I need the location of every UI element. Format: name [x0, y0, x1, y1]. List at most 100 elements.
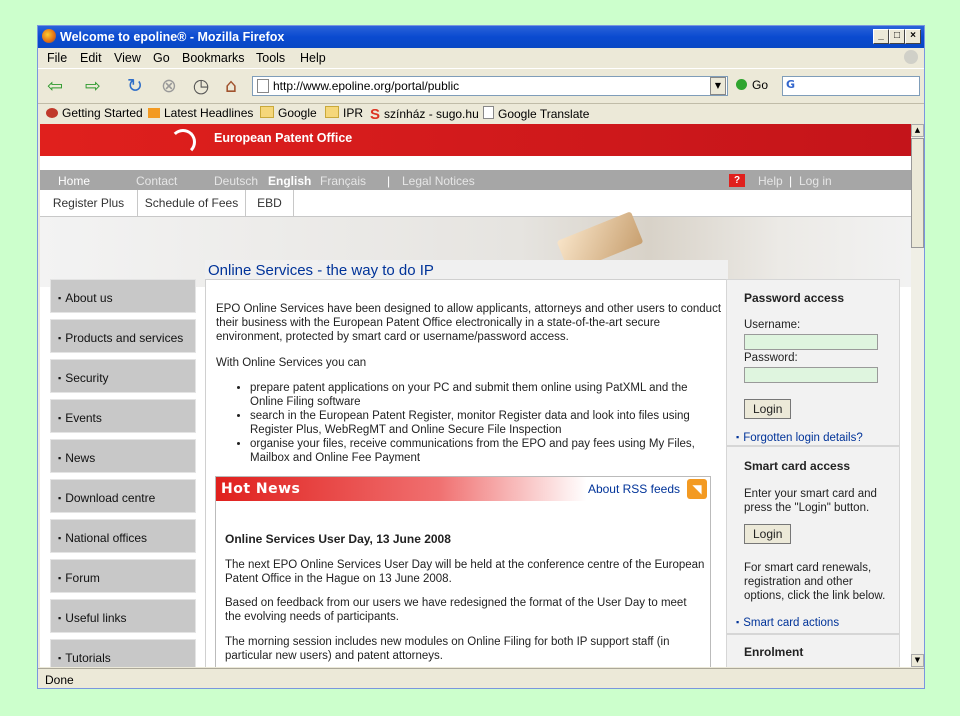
- navigation-toolbar: ⇦ ⇨ ↻ ⊗ ◷ ⌂ http://www.epoline.org/porta…: [38, 68, 924, 104]
- tab-register-plus[interactable]: Register Plus: [40, 190, 138, 216]
- list-item: prepare patent applications on your PC a…: [250, 381, 720, 409]
- enrolment-heading: Enrolment: [744, 645, 804, 659]
- intro-text: EPO Online Services have been designed t…: [216, 303, 722, 343]
- services-list: prepare patent applications on your PC a…: [234, 381, 720, 465]
- password-access-box: Password access Username: Password: Logi…: [726, 279, 900, 446]
- nav-contact[interactable]: Contact: [136, 174, 177, 188]
- nav-deutsch[interactable]: Deutsch: [214, 174, 258, 188]
- password-access-heading: Password access: [744, 291, 845, 305]
- bookmark-google[interactable]: Google: [260, 106, 317, 120]
- vertical-scrollbar[interactable]: ▲ ▼: [911, 124, 924, 667]
- rss-icon[interactable]: ◥: [687, 479, 707, 499]
- close-button[interactable]: ×: [905, 29, 921, 44]
- nav-home[interactable]: Home: [58, 174, 90, 188]
- page-content: European Patent Office Home Contact Deut…: [40, 124, 911, 667]
- scroll-down-icon[interactable]: ▼: [911, 654, 924, 667]
- scroll-up-icon[interactable]: ▲: [911, 124, 924, 137]
- smart-card-access-box: Smart card access Enter your smart card …: [726, 446, 900, 634]
- password-field[interactable]: [744, 367, 878, 383]
- menu-view[interactable]: View: [114, 51, 141, 65]
- leftnav-about-us[interactable]: About us: [50, 279, 196, 313]
- url-text: http://www.epoline.org/portal/public: [273, 79, 460, 93]
- bookmark-szinhaz[interactable]: Sszínház - sugo.hu: [370, 106, 479, 123]
- banner-spacer: [40, 156, 911, 170]
- leftnav-useful-links[interactable]: Useful links: [50, 599, 196, 633]
- smart-card-renewal-text: For smart card renewals, registration an…: [744, 562, 886, 602]
- menu-bookmarks[interactable]: Bookmarks: [182, 51, 245, 65]
- leftnav-label: About us: [58, 291, 112, 305]
- bookmark-ipr[interactable]: IPR: [325, 106, 363, 120]
- bookmarks-toolbar: Getting Started Latest Headlines Google …: [38, 103, 924, 123]
- hot-news-panel: Hot News About RSS feeds ◥ Online Servic…: [215, 476, 711, 667]
- maximize-button[interactable]: □: [889, 29, 905, 44]
- username-label: Username:: [744, 319, 801, 331]
- smart-card-heading: Smart card access: [744, 459, 851, 473]
- nav-legal-notices[interactable]: Legal Notices: [402, 174, 475, 188]
- leftnav-forum[interactable]: Forum: [50, 559, 196, 593]
- bookmark-label: Getting Started: [62, 106, 143, 120]
- bookmark-getting-started[interactable]: Getting Started: [46, 106, 143, 120]
- url-dropdown-icon[interactable]: ▼: [710, 77, 726, 95]
- bookmark-label: Latest Headlines: [164, 106, 254, 120]
- leftnav-products-and-services[interactable]: Products and services: [50, 319, 196, 353]
- menu-file[interactable]: File: [47, 51, 67, 65]
- minimize-button[interactable]: _: [873, 29, 889, 44]
- menu-go[interactable]: Go: [153, 51, 170, 65]
- nav-english[interactable]: English: [268, 174, 311, 188]
- reload-icon[interactable]: ↻: [124, 75, 146, 97]
- nav-francais[interactable]: Français: [320, 174, 366, 188]
- bookmark-label: Google: [278, 106, 317, 120]
- stop-icon[interactable]: ⊗: [158, 75, 180, 97]
- hot-news-header: Hot News About RSS feeds ◥: [216, 477, 710, 501]
- scroll-thumb[interactable]: [911, 138, 924, 248]
- leftnav-national-offices[interactable]: National offices: [50, 519, 196, 553]
- history-icon[interactable]: ◷: [190, 75, 212, 97]
- smart-card-login-button[interactable]: Login: [744, 524, 792, 544]
- nav-separator: |: [789, 174, 793, 188]
- nav-help[interactable]: Help: [758, 174, 783, 188]
- menu-help[interactable]: Help: [300, 51, 326, 65]
- menu-edit[interactable]: Edit: [80, 51, 102, 65]
- leftnav-events[interactable]: Events: [50, 399, 196, 433]
- leftnav-label: Tutorials: [58, 651, 111, 665]
- hot-news-title: Hot News: [221, 481, 301, 497]
- with-online-services-label: With Online Services you can: [216, 357, 367, 369]
- list-item: organise your files, receive communicati…: [250, 437, 720, 465]
- leftnav-label: Useful links: [58, 611, 126, 625]
- address-bar[interactable]: http://www.epoline.org/portal/public: [252, 76, 728, 96]
- login-button[interactable]: Login: [744, 399, 792, 419]
- forward-arrow-icon[interactable]: ⇨: [82, 75, 104, 97]
- leftnav-news[interactable]: News: [50, 439, 196, 473]
- username-field[interactable]: [744, 334, 878, 350]
- tab-schedule-of-fees[interactable]: Schedule of Fees: [138, 190, 246, 216]
- google-search-icon: G: [786, 78, 796, 91]
- search-input[interactable]: G: [782, 76, 920, 96]
- help-icon[interactable]: ?: [729, 174, 745, 187]
- epo-logo-icon: [170, 129, 196, 155]
- bookmark-label: IPR: [343, 106, 364, 120]
- tab-ebd[interactable]: EBD: [246, 190, 294, 216]
- menu-tools[interactable]: Tools: [256, 51, 285, 65]
- top-navigation: Home Contact Deutsch English Français | …: [40, 170, 911, 190]
- smart-card-actions-link[interactable]: Smart card actions: [736, 617, 839, 629]
- status-bar: Done: [38, 668, 924, 688]
- leftnav-tutorials[interactable]: Tutorials: [50, 639, 196, 667]
- forgotten-login-link[interactable]: Forgotten login details?: [736, 432, 863, 444]
- throbber-icon: [904, 50, 918, 64]
- go-button[interactable]: Go: [736, 78, 768, 92]
- leftnav-label: National offices: [58, 531, 147, 545]
- leftnav-label: Download centre: [58, 491, 155, 505]
- bookmark-latest-headlines[interactable]: Latest Headlines: [148, 106, 253, 120]
- leftnav-security[interactable]: Security: [50, 359, 196, 393]
- nav-login[interactable]: Log in: [799, 174, 832, 188]
- bookmark-google-translate[interactable]: Google Translate: [483, 106, 589, 121]
- status-text: Done: [45, 673, 74, 687]
- leftnav-download-centre[interactable]: Download centre: [50, 479, 196, 513]
- leftnav-label: Products and services: [58, 331, 183, 345]
- home-icon[interactable]: ⌂: [220, 75, 242, 97]
- leftnav-label: Security: [58, 371, 108, 385]
- back-arrow-icon[interactable]: ⇦: [44, 75, 66, 97]
- news-item-title: Online Services User Day, 13 June 2008: [225, 532, 451, 546]
- rss-feeds-link[interactable]: About RSS feeds: [588, 482, 680, 496]
- main-content: EPO Online Services have been designed t…: [205, 279, 750, 667]
